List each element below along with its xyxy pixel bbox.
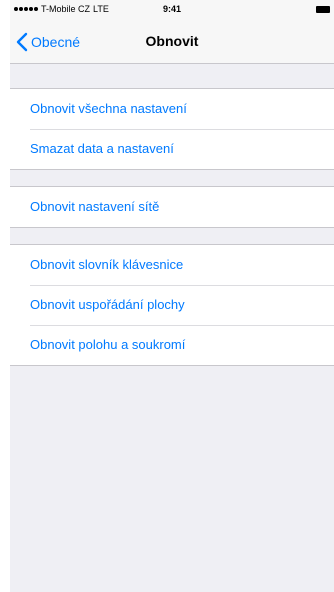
phone-screen: T-Mobile CZ LTE 9:41 Obecné Obnovit Obno…: [10, 0, 334, 592]
battery-icon: [316, 6, 330, 13]
status-bar: T-Mobile CZ LTE 9:41: [10, 0, 334, 20]
reset-group-2: Obnovit nastavení sítě: [10, 186, 334, 228]
back-button[interactable]: Obecné: [10, 20, 86, 63]
back-button-label: Obecné: [31, 33, 81, 50]
reset-location-privacy-button[interactable]: Obnovit polohu a soukromí: [10, 325, 334, 365]
navigation-bar: Obecné Obnovit: [10, 20, 334, 64]
erase-data-and-settings-button[interactable]: Smazat data a nastavení: [10, 129, 334, 169]
reset-all-settings-button[interactable]: Obnovit všechna nastavení: [10, 89, 334, 129]
reset-keyboard-dictionary-button[interactable]: Obnovit slovník klávesnice: [10, 245, 334, 285]
reset-group-1: Obnovit všechna nastavení Smazat data a …: [10, 88, 334, 170]
reset-network-settings-button[interactable]: Obnovit nastavení sítě: [10, 187, 334, 227]
status-time: 9:41: [162, 4, 181, 14]
chevron-left-icon: [16, 32, 28, 51]
reset-home-screen-layout-button[interactable]: Obnovit uspořádání plochy: [10, 285, 334, 325]
reset-group-3: Obnovit slovník klávesnice Obnovit uspoř…: [10, 244, 334, 366]
